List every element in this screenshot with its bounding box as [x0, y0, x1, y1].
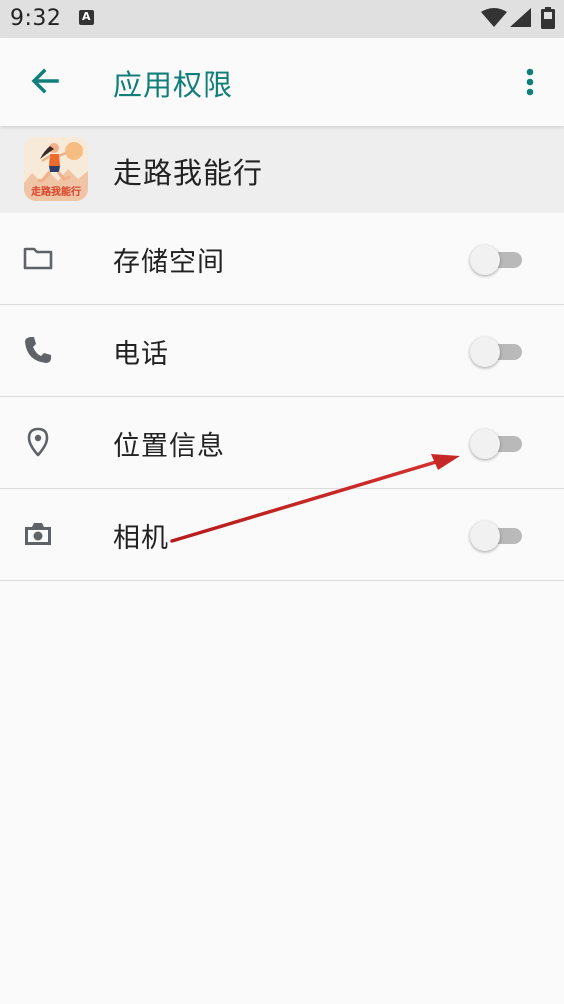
status-bar: 9:32 A [0, 0, 564, 38]
permission-row-camera[interactable]: 相机 [0, 489, 564, 581]
permission-row-storage[interactable]: 存储空间 [0, 213, 564, 305]
permission-list: 存储空间 电话 位置信息 相机 [0, 213, 564, 581]
wifi-icon [481, 8, 507, 27]
storage-toggle[interactable] [470, 245, 522, 275]
page-title: 应用权限 [113, 68, 234, 102]
location-pin-icon [27, 427, 49, 457]
permission-label: 位置信息 [113, 431, 225, 462]
a-notification-letter: A [82, 10, 91, 23]
back-button[interactable] [22, 60, 66, 104]
camera-toggle[interactable] [470, 521, 522, 551]
app-icon: 走路我能行 [24, 137, 88, 201]
status-time: 9:32 [10, 6, 62, 31]
runner-logo: 走路我能行 [24, 137, 88, 201]
permission-row-phone[interactable]: 电话 [0, 305, 564, 397]
app-permissions-screen: 9:32 A 应用权限 走路我能行 走路我能行 存储空间 电话 位置信息 相机 [0, 0, 564, 1004]
phone-toggle[interactable] [470, 337, 522, 367]
location-toggle[interactable] [470, 429, 522, 459]
folder-icon [23, 247, 53, 270]
toggle-thumb [470, 521, 500, 551]
arrow-left-icon [31, 68, 59, 94]
toggle-thumb [470, 245, 500, 275]
app-name: 走路我能行 [113, 156, 264, 190]
permission-label: 电话 [113, 339, 169, 370]
battery-icon [541, 7, 555, 29]
a-notification-icon: A [79, 10, 94, 25]
more-options-button[interactable] [512, 64, 548, 100]
permission-label: 存储空间 [113, 247, 225, 278]
camera-icon [25, 523, 51, 545]
permission-label: 相机 [113, 523, 169, 554]
app-bar: 应用权限 [0, 38, 564, 126]
toggle-thumb [470, 429, 500, 459]
permission-row-location[interactable]: 位置信息 [0, 397, 564, 489]
app-header: 走路我能行 走路我能行 [0, 126, 564, 213]
phone-icon [25, 337, 51, 363]
more-vertical-icon [526, 68, 534, 96]
toggle-thumb [470, 337, 500, 367]
app-icon-text: 走路我能行 [30, 185, 81, 198]
signal-icon [510, 8, 531, 27]
